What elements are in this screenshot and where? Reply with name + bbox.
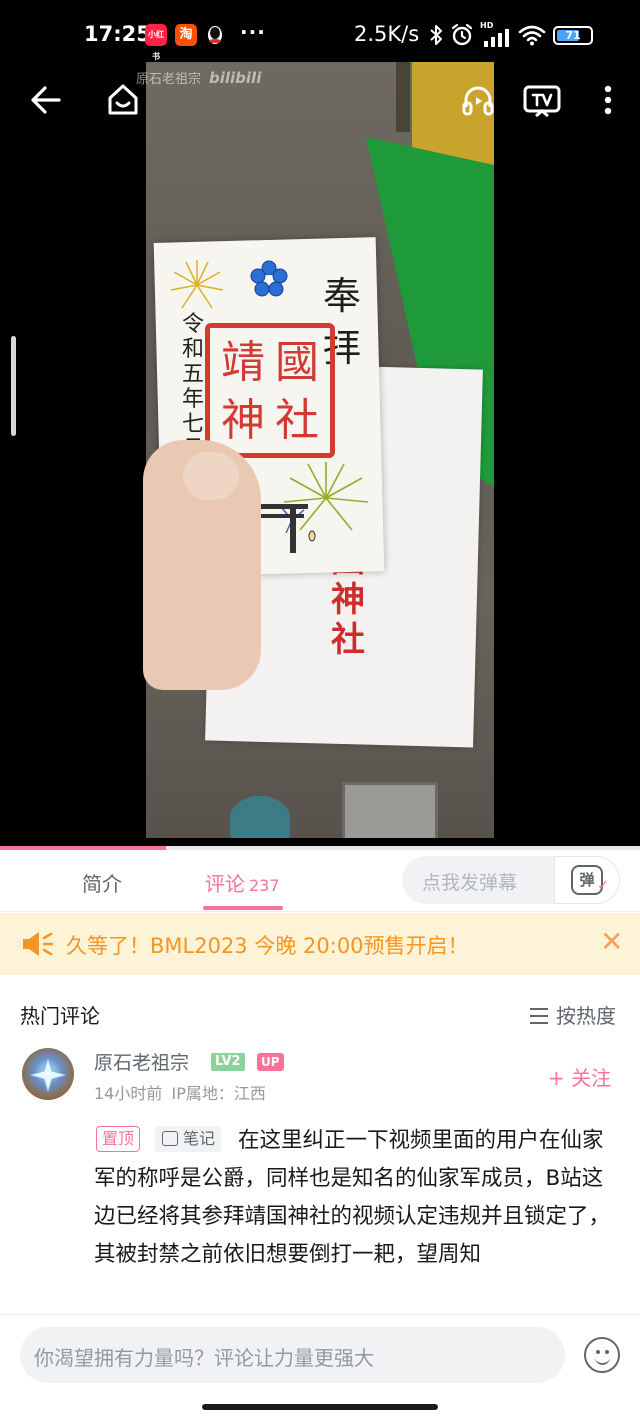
hand xyxy=(143,440,261,690)
firework-icon xyxy=(170,260,224,309)
tab-intro[interactable]: 简介 xyxy=(82,868,122,897)
background-drain xyxy=(342,782,438,838)
danmaku-toggle-button[interactable]: 弹 xyxy=(554,856,620,904)
alarm-icon xyxy=(451,23,473,46)
pinned-badge: 置顶 xyxy=(96,1126,141,1152)
sort-button[interactable]: 按热度 xyxy=(530,1000,616,1029)
sort-label: 按热度 xyxy=(556,1004,616,1028)
hot-comments-title: 热门评论 xyxy=(20,1004,100,1028)
video-watermark: 原石老祖宗 bilibili xyxy=(136,68,261,87)
status-bar: 17:25 小红书 淘 ··· 2.5K/s HD 71 xyxy=(0,18,640,61)
tab-comments-label: 评论 xyxy=(205,872,245,896)
comment-ip: IP属地：江西 xyxy=(171,1084,266,1103)
sort-icon xyxy=(530,1008,548,1024)
seal-char: 神 xyxy=(221,395,265,446)
battery-level: 71 xyxy=(565,29,581,42)
background-post xyxy=(396,62,410,132)
comment-meta: 14小时前 IP属地：江西 xyxy=(94,1080,266,1104)
announcement-text: 久等了！BML2023 今晚 20:00预售开启！ xyxy=(66,934,469,958)
follow-button[interactable]: + 关注 xyxy=(548,1062,611,1091)
tab-active-indicator xyxy=(203,906,283,910)
seal-char: 國 xyxy=(275,337,319,388)
cast-tv-button[interactable] xyxy=(520,78,564,122)
danmaku-icon: 弹 xyxy=(571,865,609,899)
clock: 17:25 xyxy=(84,22,151,46)
network-speed: 2.5K/s xyxy=(354,22,420,46)
taobao-icon: 淘 xyxy=(175,24,197,46)
note-badge[interactable]: 笔记 xyxy=(155,1126,222,1152)
brightness-slider[interactable] xyxy=(11,336,16,436)
headphones-icon xyxy=(462,86,494,116)
bilibili-logo: bilibili xyxy=(209,69,262,87)
more-button[interactable] xyxy=(586,78,630,122)
seal-char: 社 xyxy=(275,395,319,446)
tv-icon xyxy=(523,85,561,117)
comment-time: 14小时前 xyxy=(94,1084,163,1103)
up-badge: UP xyxy=(257,1053,284,1071)
comment-input-placeholder: 你渴望拥有力量吗？评论让力量更强大 xyxy=(34,1346,374,1370)
qq-icon xyxy=(204,24,226,46)
seal-char: 靖 xyxy=(221,337,265,388)
home-indicator[interactable] xyxy=(202,1404,438,1410)
xiaohongshu-icon: 小红书 xyxy=(145,24,167,61)
level-badge: LV2 xyxy=(211,1053,245,1071)
comment-count: 237 xyxy=(249,876,280,895)
arrow-left-icon xyxy=(31,86,61,114)
signal-icon xyxy=(484,29,509,47)
goshuin-seal: 靖 國 神 社 xyxy=(205,323,335,458)
video-player[interactable]: 國神社 奉拝 令和五年七月 靖 國 神 社 xyxy=(0,0,640,848)
more-vertical-icon xyxy=(604,85,612,115)
home-button[interactable] xyxy=(101,78,145,122)
tab-comments[interactable]: 评论 237 xyxy=(205,868,280,897)
more-notifications: ··· xyxy=(240,20,266,44)
comment-input[interactable]: 你渴望拥有力量吗？评论让力量更强大 xyxy=(20,1327,565,1383)
watermark-user: 原石老祖宗 xyxy=(136,72,202,87)
cherry-blossom-icon xyxy=(250,260,288,297)
comment-username[interactable]: 原石老祖宗 xyxy=(94,1048,189,1075)
emoji-icon[interactable] xyxy=(584,1337,620,1373)
speaker-icon xyxy=(23,932,54,956)
battery-icon: 71 xyxy=(553,26,593,45)
back-button[interactable] xyxy=(24,78,68,122)
home-icon xyxy=(108,84,138,115)
primogem-icon xyxy=(30,1058,66,1092)
listen-button[interactable] xyxy=(456,78,500,122)
note-label: 笔记 xyxy=(183,1129,216,1148)
bluetooth-icon xyxy=(430,25,442,45)
wifi-icon xyxy=(518,25,546,46)
note-icon xyxy=(162,1131,178,1146)
announcement-banner[interactable]: 久等了！BML2023 今晚 20:00预售开启！ ✕ xyxy=(0,913,640,975)
danmaku-placeholder: 点我发弹幕 xyxy=(422,872,518,894)
background-fixture xyxy=(230,796,290,838)
close-icon[interactable]: ✕ xyxy=(600,927,623,957)
